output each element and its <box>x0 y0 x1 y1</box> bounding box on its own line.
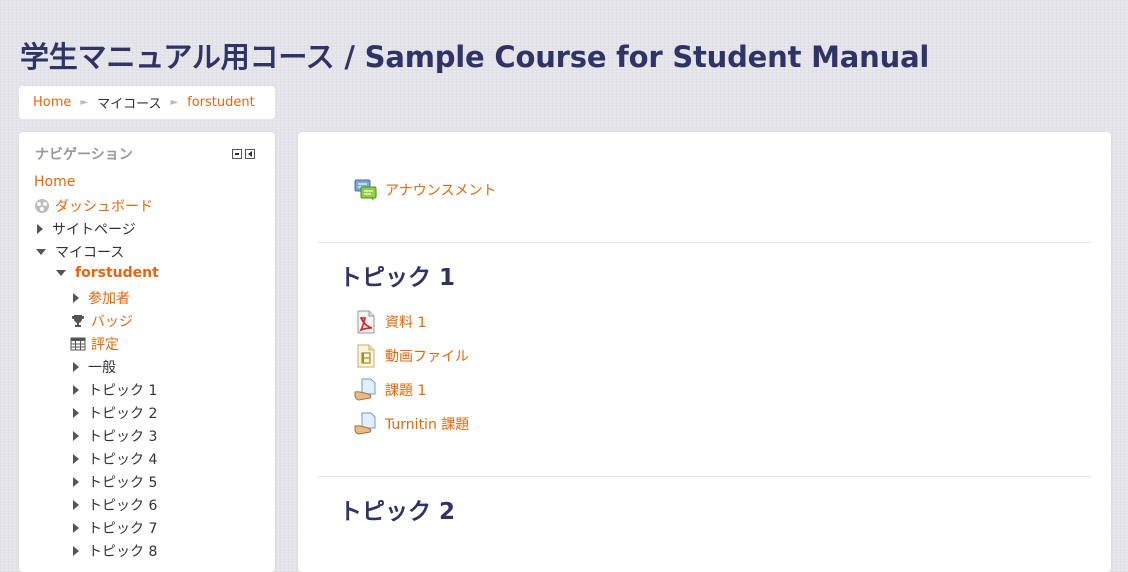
nav-item-label: トピック 2 <box>88 406 158 422</box>
dashboard-icon <box>35 199 49 213</box>
nav-item-topic-1[interactable]: トピック 1 <box>70 380 157 400</box>
nav-item-label: バッジ <box>91 314 133 330</box>
grades-table-icon <box>70 337 86 351</box>
nav-item-label: トピック 1 <box>88 383 158 399</box>
nav-item-label: Home <box>34 174 76 190</box>
nav-item-topic-2[interactable]: トピック 2 <box>70 403 157 423</box>
breadcrumb: Home ► マイコース ► forstudent <box>19 86 275 119</box>
nav-item-grades[interactable]: 評定 <box>70 334 119 354</box>
block-controls <box>232 149 255 159</box>
breadcrumb-my-courses[interactable]: マイコース <box>97 93 161 112</box>
nav-item-label: トピック 4 <box>88 452 158 468</box>
nav-item-topic-3[interactable]: トピック 3 <box>70 426 157 446</box>
nav-item-label: トピック 5 <box>88 475 158 491</box>
activity-label: アナウンスメント <box>385 183 497 199</box>
expand-arrow-icon[interactable] <box>73 477 79 487</box>
nav-item-label: トピック 8 <box>88 544 158 560</box>
activity-label: Turnitin 課題 <box>385 417 470 433</box>
expand-arrow-icon[interactable] <box>37 224 43 234</box>
page-title: 学生マニュアル用コース / Sample Course for Student … <box>20 40 930 74</box>
nav-item-label: ダッシュボード <box>55 199 153 215</box>
nav-item-badges[interactable]: バッジ <box>70 311 133 331</box>
nav-item-participants[interactable]: 参加者 <box>70 288 130 308</box>
video-file-icon <box>357 344 375 368</box>
pdf-icon <box>357 310 375 334</box>
nav-item-label: 参加者 <box>88 291 130 307</box>
course-content: アナウンスメント トピック 1 資料 1 動画ファイル 課題 1 Turniti… <box>298 132 1111 572</box>
navigation-block: ナビゲーション Home ダッシュボード サイトページ マイコース forstu… <box>19 132 275 572</box>
breadcrumb-separator-icon: ► <box>80 97 89 108</box>
nav-item-label: トピック 6 <box>88 498 158 514</box>
activity-resource-1[interactable]: 資料 1 <box>354 310 426 334</box>
nav-item-topic-6[interactable]: トピック 6 <box>70 495 157 515</box>
nav-item-dashboard[interactable]: ダッシュボード <box>34 196 153 216</box>
breadcrumb-course-link[interactable]: forstudent <box>187 95 255 110</box>
turnitin-assignment-icon <box>354 412 376 435</box>
nav-item-label: サイトページ <box>52 222 136 238</box>
nav-item-label: 評定 <box>91 337 119 353</box>
section-title-topic-2: トピック 2 <box>339 499 456 525</box>
expand-arrow-icon[interactable] <box>73 293 79 303</box>
collapse-arrow-icon[interactable] <box>56 270 66 276</box>
expand-arrow-icon[interactable] <box>73 362 79 372</box>
section-divider <box>318 242 1091 243</box>
nav-item-topic-8[interactable]: トピック 8 <box>70 541 157 561</box>
nav-item-label: マイコース <box>55 245 125 261</box>
activity-label: 課題 1 <box>385 383 427 399</box>
nav-item-general[interactable]: 一般 <box>70 357 116 377</box>
activity-video-file[interactable]: 動画ファイル <box>354 344 469 368</box>
activity-label: 資料 1 <box>385 315 427 331</box>
nav-item-label: forstudent <box>75 265 159 281</box>
activity-announcements[interactable]: アナウンスメント <box>354 178 496 202</box>
nav-item-home[interactable]: Home <box>34 174 75 190</box>
activity-turnitin-assignment[interactable]: Turnitin 課題 <box>354 412 469 436</box>
forum-icon <box>354 179 377 201</box>
expand-arrow-icon[interactable] <box>73 500 79 510</box>
nav-item-my-courses[interactable]: マイコース <box>34 242 124 262</box>
nav-item-label: 一般 <box>88 360 116 376</box>
nav-item-label: トピック 7 <box>88 521 158 537</box>
expand-arrow-icon[interactable] <box>73 523 79 533</box>
section-divider <box>318 476 1091 477</box>
navigation-block-title: ナビゲーション <box>35 147 133 163</box>
nav-item-course-forstudent[interactable]: forstudent <box>54 265 159 281</box>
dock-block-icon[interactable] <box>245 149 255 159</box>
nav-item-site-pages[interactable]: サイトページ <box>34 219 136 239</box>
expand-arrow-icon[interactable] <box>73 408 79 418</box>
expand-arrow-icon[interactable] <box>73 385 79 395</box>
nav-item-topic-5[interactable]: トピック 5 <box>70 472 157 492</box>
trophy-icon <box>71 315 85 327</box>
nav-item-label: トピック 3 <box>88 429 158 445</box>
breadcrumb-separator-icon: ► <box>170 97 179 108</box>
nav-item-topic-7[interactable]: トピック 7 <box>70 518 157 538</box>
activity-label: 動画ファイル <box>385 349 469 365</box>
expand-arrow-icon[interactable] <box>73 454 79 464</box>
assignment-icon <box>354 378 376 401</box>
breadcrumb-home-link[interactable]: Home <box>33 95 71 110</box>
collapse-arrow-icon[interactable] <box>36 249 46 255</box>
collapse-block-icon[interactable] <box>232 149 242 159</box>
expand-arrow-icon[interactable] <box>73 546 79 556</box>
section-title-topic-1: トピック 1 <box>339 265 456 291</box>
nav-item-topic-4[interactable]: トピック 4 <box>70 449 157 469</box>
activity-assignment-1[interactable]: 課題 1 <box>354 378 426 402</box>
expand-arrow-icon[interactable] <box>73 431 79 441</box>
